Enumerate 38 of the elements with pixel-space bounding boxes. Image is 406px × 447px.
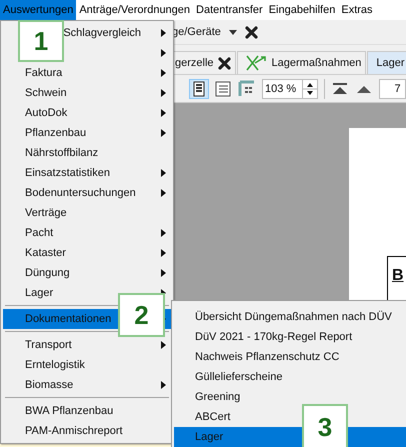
menu-item[interactable]: Nährstoffbilanz: [3, 143, 171, 163]
close-icon[interactable]: [244, 26, 258, 38]
page-number-field[interactable]: 7: [379, 78, 406, 98]
menu-item[interactable]: Biomasse: [3, 375, 171, 395]
dropdown-caret-icon[interactable]: [228, 30, 237, 34]
menu-item[interactable]: Greening: [174, 387, 406, 407]
menu-item[interactable]: AutoDok: [3, 103, 171, 123]
multi-page-icon[interactable]: [238, 80, 256, 98]
tab[interactable]: Lagermaßnahmen: [236, 51, 366, 74]
menu-item[interactable]: Nachweis Pflanzenschutz CC: [174, 347, 406, 367]
menu-item[interactable]: Düngung: [3, 263, 171, 283]
tab-close-icon[interactable]: [218, 56, 231, 70]
menu-item[interactable]: PAM-Anmischreport: [3, 421, 171, 441]
step-callout-tooltip: 3: [302, 404, 348, 447]
menu-item[interactable]: Erntelogistik: [3, 355, 171, 375]
page-list-icon[interactable]: [214, 80, 232, 98]
menu-item[interactable]: Güllelieferscheine: [174, 367, 406, 387]
menu-item[interactable]: Transport: [3, 335, 171, 355]
menu-item[interactable]: Schlagvergleich: [65, 23, 171, 43]
chart-arrow-icon: [246, 55, 268, 71]
single-page-icon[interactable]: [190, 80, 208, 98]
menu-item[interactable]: Anträge/Verordnungen: [76, 0, 194, 20]
menu-item[interactable]: BWA Pflanzenbau: [3, 401, 171, 421]
menu-item[interactable]: Verträge: [3, 203, 171, 223]
menu-item[interactable]: Bodenuntersuchungen: [3, 183, 171, 203]
menu-item[interactable]: Pflanzenbau: [3, 123, 171, 143]
step-callout-tooltip: 1: [18, 20, 64, 62]
menu-item[interactable]: Datentransfer: [193, 0, 266, 20]
menu-item[interactable]: Schwein: [3, 83, 171, 103]
menu-item[interactable]: Einsatzstatistiken: [3, 163, 171, 183]
step-callout-tooltip: 2: [118, 293, 165, 337]
menu-item[interactable]: Kataster: [3, 243, 171, 263]
menu-item[interactable]: Auswertungen: [0, 0, 76, 20]
menu-item[interactable]: Eingabehilfen: [266, 0, 338, 20]
menu-item[interactable]: Extras: [338, 0, 376, 20]
menu-item[interactable]: Pacht: [3, 223, 171, 243]
zoom-spinner[interactable]: 103 %: [262, 78, 318, 98]
tab[interactable]: Lager: [367, 51, 406, 74]
